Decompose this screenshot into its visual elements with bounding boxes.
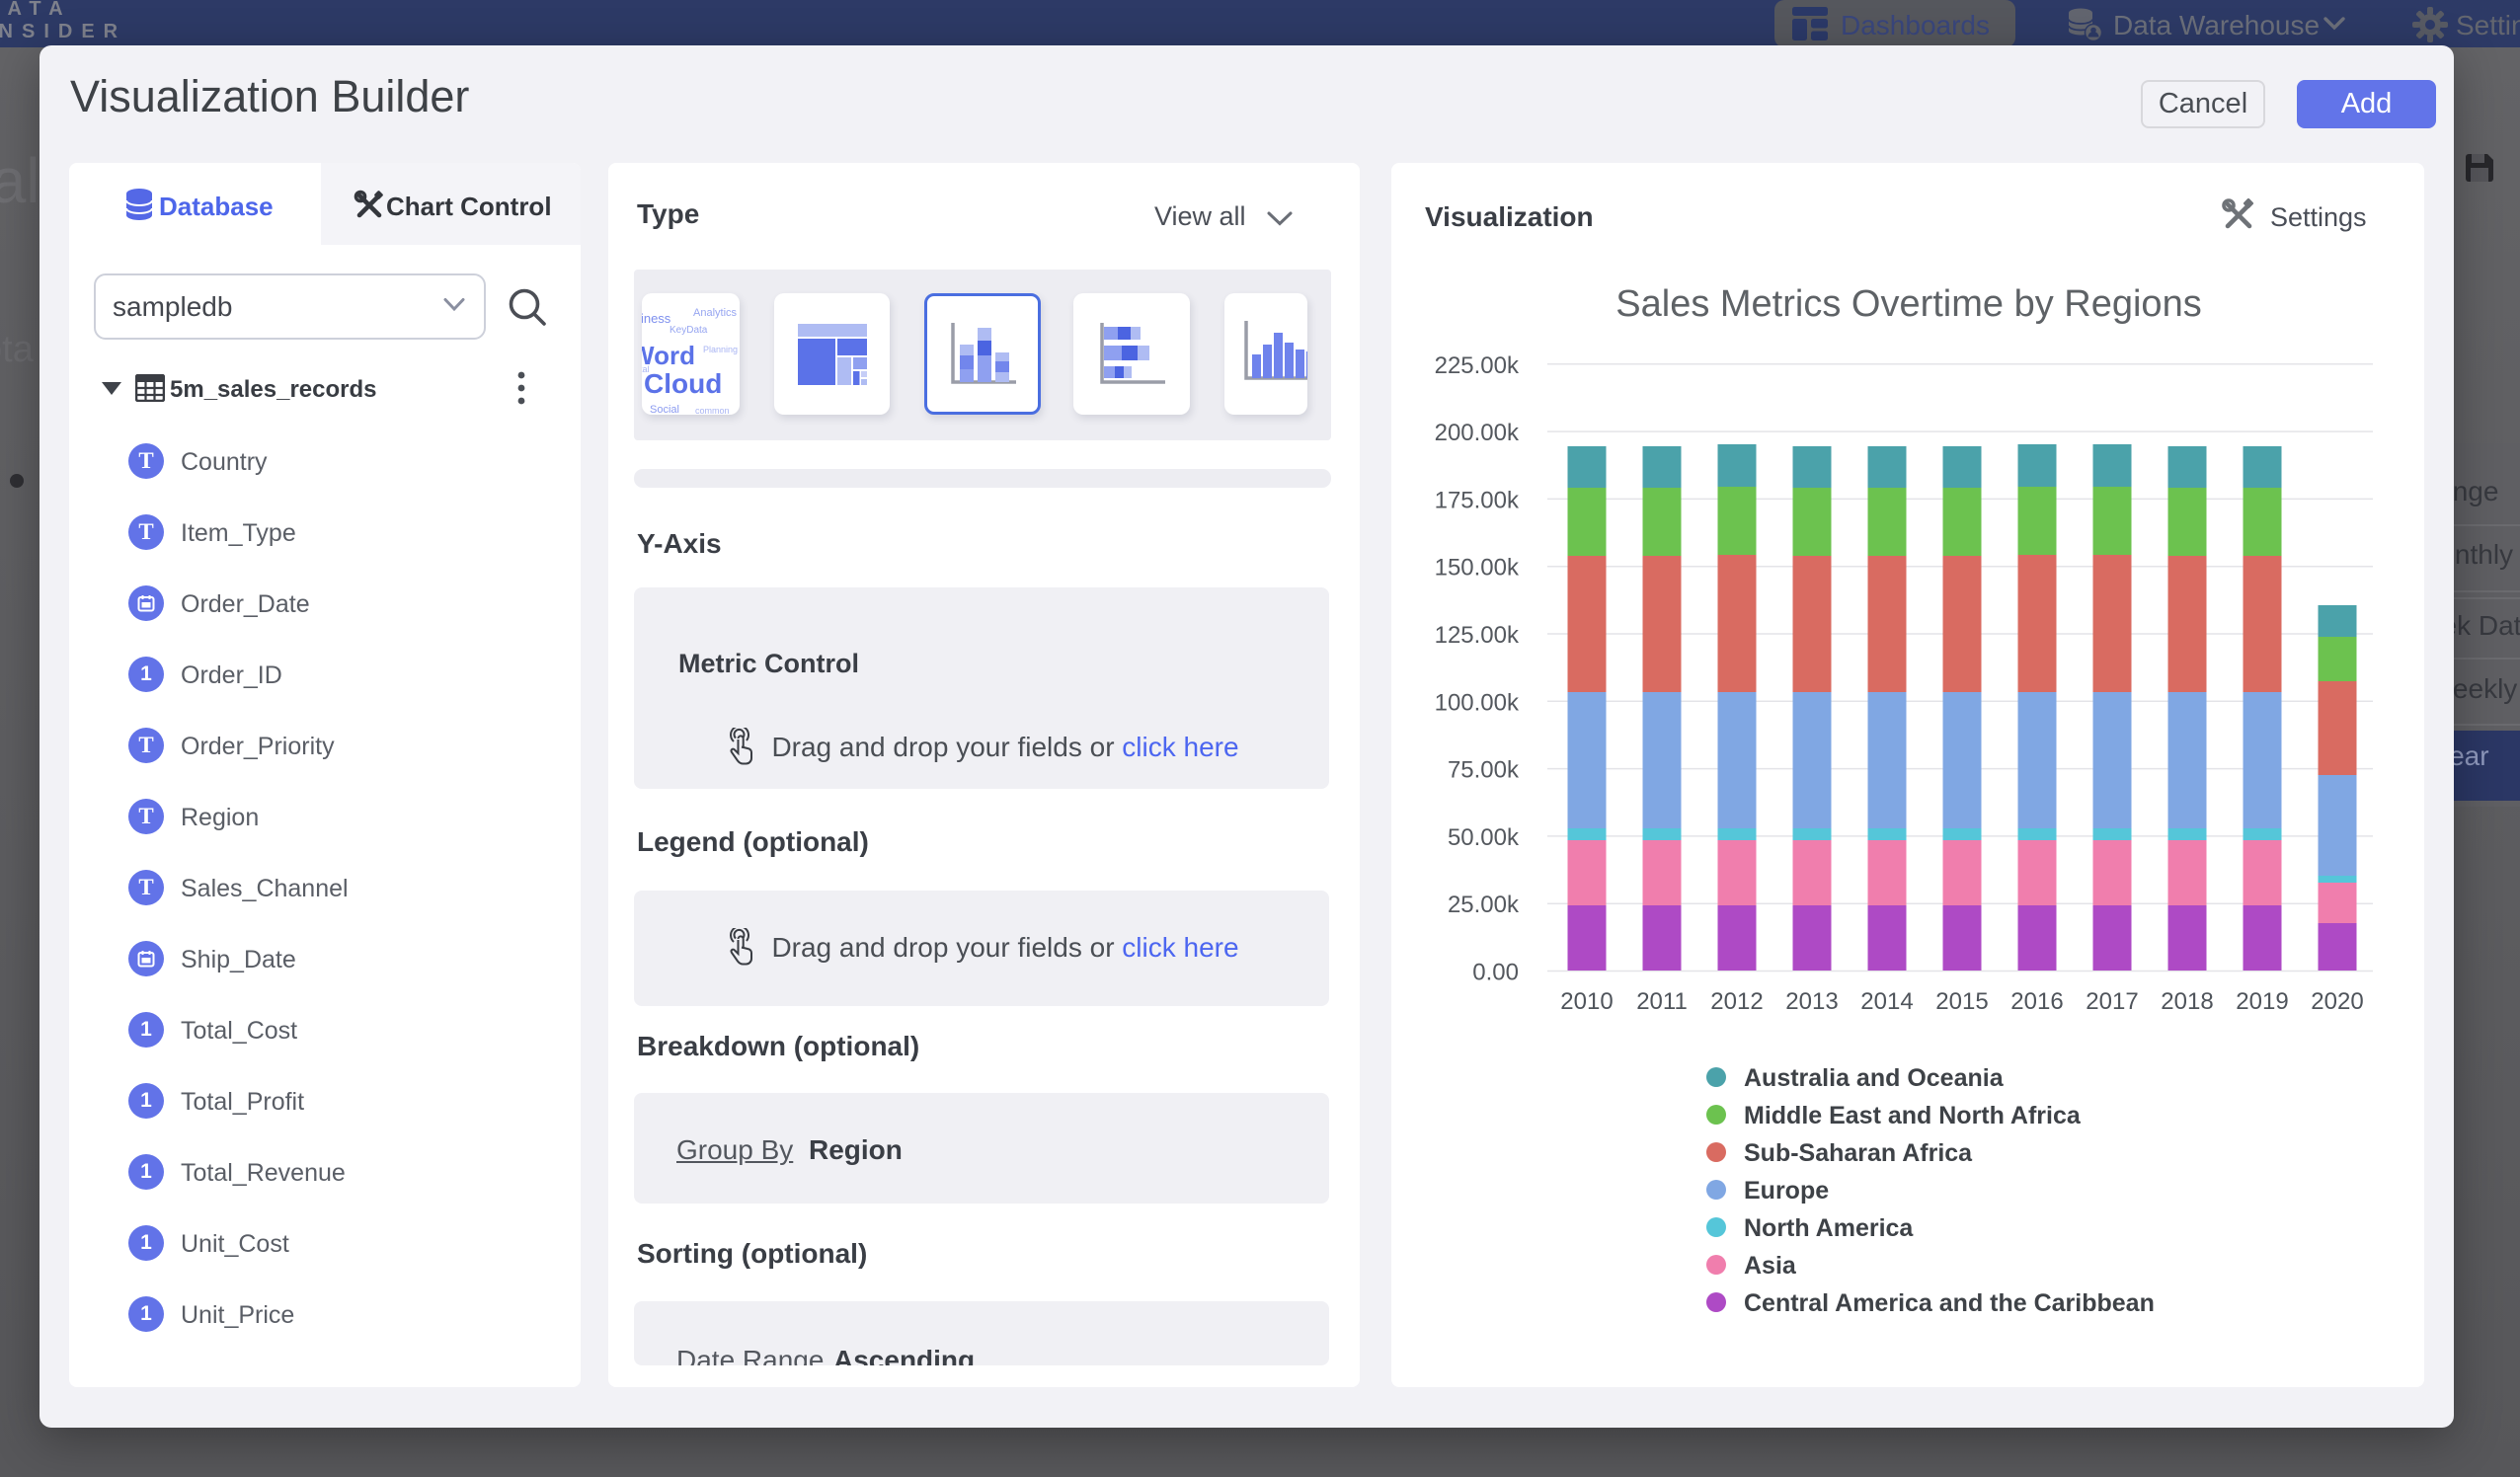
svg-text:225.00k: 225.00k — [1435, 352, 1520, 379]
svg-text:2010: 2010 — [1560, 988, 1613, 1015]
svg-text:25.00k: 25.00k — [1448, 892, 1520, 918]
svg-text:2016: 2016 — [2010, 988, 2063, 1015]
svg-text:Sub-Saharan Africa: Sub-Saharan Africa — [1744, 1139, 1973, 1167]
svg-text:2014: 2014 — [1860, 988, 1913, 1015]
svg-text:175.00k: 175.00k — [1435, 487, 1520, 513]
svg-text:2011: 2011 — [1636, 988, 1688, 1015]
svg-text:Middle East and North Africa: Middle East and North Africa — [1744, 1102, 2082, 1129]
svg-text:150.00k: 150.00k — [1435, 555, 1520, 582]
svg-text:Australia and Oceania: Australia and Oceania — [1744, 1064, 2005, 1092]
svg-text:Asia: Asia — [1744, 1252, 1797, 1280]
svg-text:125.00k: 125.00k — [1435, 622, 1520, 649]
svg-text:2020: 2020 — [2311, 988, 2363, 1015]
svg-text:100.00k: 100.00k — [1435, 689, 1520, 716]
svg-text:Central America and the Caribb: Central America and the Caribbean — [1744, 1289, 2155, 1317]
svg-text:2013: 2013 — [1785, 988, 1838, 1015]
svg-text:0.00: 0.00 — [1472, 960, 1519, 986]
svg-text:Europe: Europe — [1744, 1177, 1829, 1205]
svg-text:2018: 2018 — [2161, 988, 2213, 1015]
svg-text:2019: 2019 — [2236, 988, 2288, 1015]
svg-text:75.00k: 75.00k — [1448, 757, 1520, 784]
svg-text:2012: 2012 — [1710, 988, 1763, 1015]
svg-text:2015: 2015 — [1935, 988, 1988, 1015]
svg-text:North America: North America — [1744, 1214, 1914, 1242]
svg-text:2017: 2017 — [2086, 988, 2138, 1015]
svg-text:Sales Metrics Overtime by Regi: Sales Metrics Overtime by Regions — [1615, 283, 2201, 325]
svg-text:200.00k: 200.00k — [1435, 420, 1520, 446]
svg-text:50.00k: 50.00k — [1448, 824, 1520, 851]
